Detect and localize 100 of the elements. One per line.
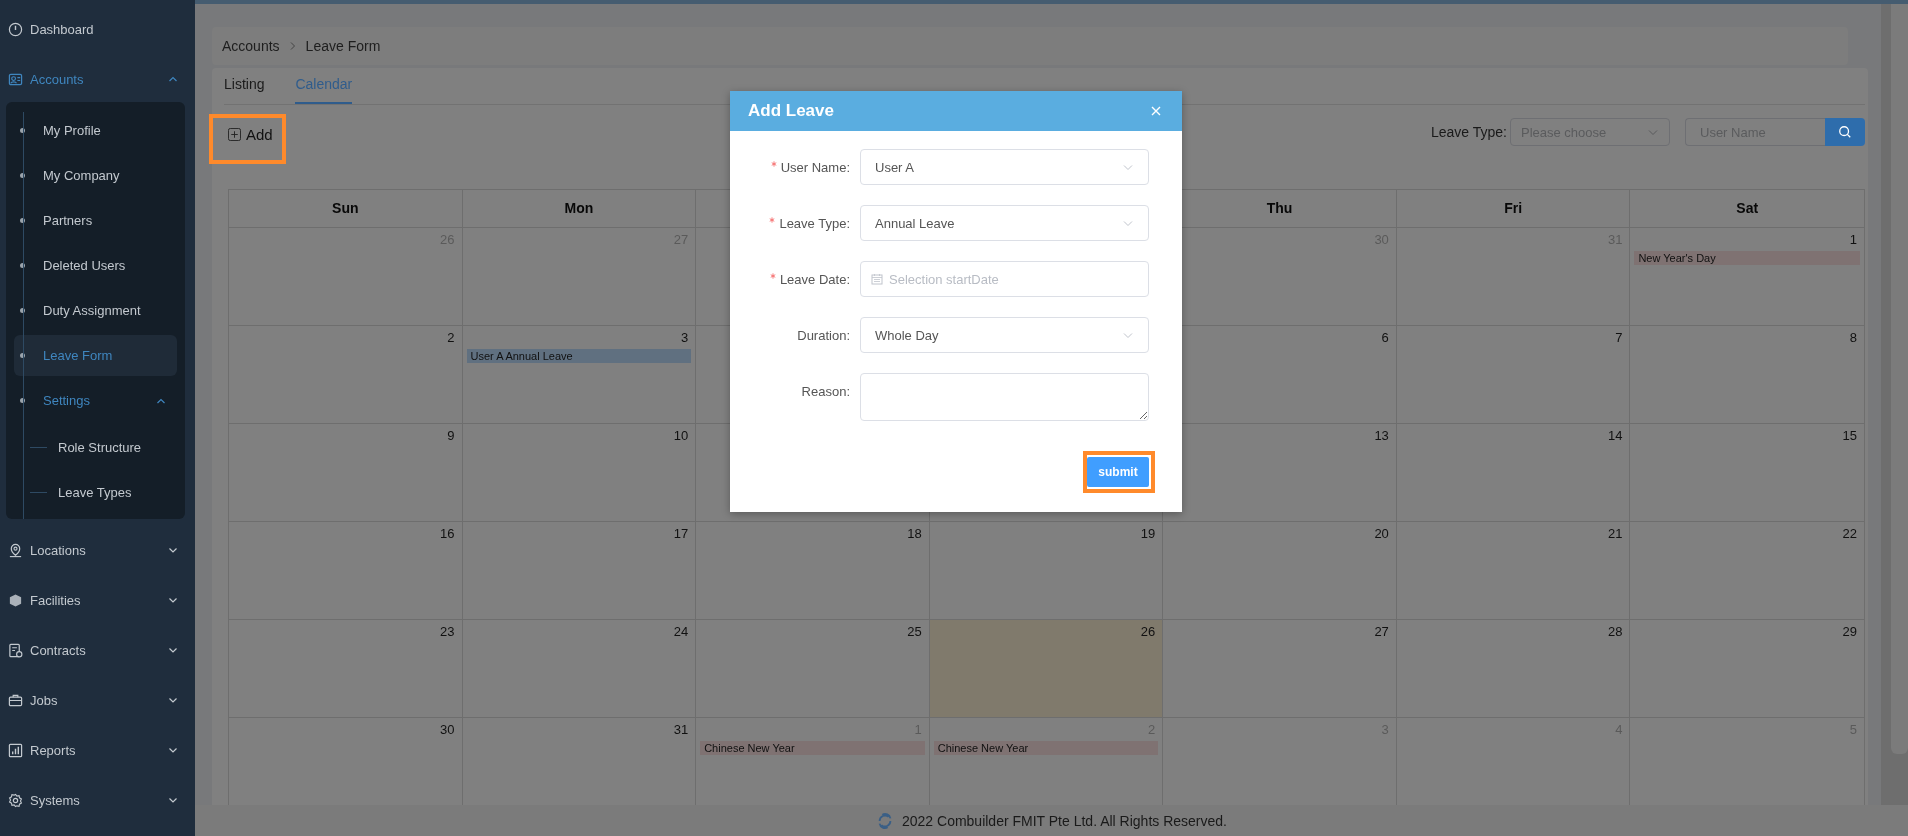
plus-icon <box>228 128 241 141</box>
day-number: 29 <box>1841 624 1858 641</box>
day-number: 10 <box>672 428 690 445</box>
day-number: 18 <box>906 526 923 543</box>
scrollbar[interactable] <box>1881 4 1908 805</box>
submenu-item[interactable]: Leave Types <box>6 470 185 515</box>
day-number: 17 <box>672 526 690 543</box>
nav-item[interactable]: Systems <box>0 779 195 821</box>
clock-icon <box>8 21 23 37</box>
copyright-text: 2022 Combuilder FMIT Pte Ltd. All Rights Reserved. <box>902 812 1227 829</box>
day-header: Mon <box>462 190 697 228</box>
dialog-title: Add Leave <box>748 101 834 121</box>
day-cell[interactable]: 1 New Year's Day <box>1630 228 1864 326</box>
submenu-item[interactable]: Role Structure <box>6 425 185 470</box>
day-number: 26 <box>1139 624 1157 641</box>
day-number: 2 <box>446 330 456 347</box>
day-cell[interactable]: 15 <box>1630 424 1864 522</box>
day-number: 6 <box>1380 330 1390 347</box>
day-cell[interactable]: 26 <box>929 620 1164 718</box>
select-field[interactable]: Whole Day <box>860 317 1149 353</box>
day-number: 3 <box>679 330 690 347</box>
day-cell[interactable]: 25 <box>696 620 930 718</box>
field-label: Leave Date: <box>779 271 850 287</box>
day-number: 24 <box>672 624 690 641</box>
day-number: 8 <box>1848 330 1858 347</box>
submenu-item[interactable]: Leave Form <box>14 335 177 376</box>
day-cell[interactable]: 28 <box>1396 620 1631 718</box>
map-pin-icon <box>8 542 23 558</box>
nav-item[interactable]: Facilities <box>0 579 195 621</box>
day-number: 9 <box>446 428 456 445</box>
day-number: 7 <box>1614 330 1624 347</box>
day-number: 25 <box>906 624 923 641</box>
nav-item[interactable]: Locations <box>0 529 195 571</box>
nav-item[interactable]: Accounts <box>0 58 195 100</box>
calendar-event[interactable]: Chinese New Year <box>700 741 925 755</box>
day-number: 23 <box>439 624 456 641</box>
field-label: Duration: <box>797 327 850 343</box>
day-cell[interactable]: 24 <box>462 620 697 718</box>
day-cell[interactable]: 21 <box>1396 522 1631 620</box>
field-label: Leave Type: <box>779 215 850 231</box>
day-number: 28 <box>1606 624 1624 641</box>
submenu-item[interactable]: My Profile <box>14 110 177 151</box>
select-field[interactable]: User A <box>860 149 1149 185</box>
submenu-item[interactable]: Settings <box>14 380 177 421</box>
tab[interactable]: Listing <box>224 68 280 104</box>
bar-chart-icon <box>8 742 23 758</box>
day-cell[interactable]: 16 <box>229 522 463 620</box>
submenu-item[interactable]: Duty Assignment <box>14 290 177 331</box>
day-number: 14 <box>1606 428 1624 445</box>
day-cell[interactable]: 22 <box>1630 522 1864 620</box>
submenu-item[interactable]: Deleted Users <box>14 245 177 286</box>
day-cell[interactable]: 27 <box>1163 620 1397 718</box>
day-number: 1 <box>1848 232 1858 249</box>
day-cell[interactable]: 8 <box>1630 326 1864 424</box>
field-label: User Name: <box>780 159 850 175</box>
calendar-event[interactable]: New Year's Day <box>1634 251 1860 265</box>
breadcrumb-link[interactable]: Leave Form <box>305 38 381 54</box>
day-number: 31 <box>672 722 690 739</box>
day-cell[interactable]: 3 User A Annual Leave <box>462 326 697 424</box>
day-cell[interactable]: 29 <box>1630 620 1864 718</box>
required-icon <box>769 217 776 223</box>
required-icon <box>770 161 777 167</box>
day-number: 15 <box>1841 428 1858 445</box>
nav-item[interactable]: Jobs <box>0 679 195 721</box>
submenu-item[interactable]: Partners <box>14 200 177 241</box>
day-cell[interactable]: 17 <box>462 522 697 620</box>
calendar-event[interactable]: User A Annual Leave <box>466 349 692 363</box>
day-cell[interactable]: 9 <box>229 424 463 522</box>
day-header: Sat <box>1630 190 1864 228</box>
day-cell[interactable]: 14 <box>1396 424 1631 522</box>
submenu-item[interactable]: My Company <box>14 155 177 196</box>
briefcase-icon <box>8 692 23 708</box>
nav-item[interactable]: Contracts <box>0 629 195 671</box>
day-number: 21 <box>1606 526 1624 543</box>
add-button[interactable]: Add <box>228 122 273 147</box>
day-cell[interactable]: 20 <box>1163 522 1397 620</box>
required-icon <box>769 273 776 279</box>
day-cell[interactable]: 2 <box>229 326 463 424</box>
day-number: 19 <box>1139 526 1157 543</box>
calendar-event[interactable]: Chinese New Year <box>933 741 1159 755</box>
day-number: 27 <box>1373 624 1390 641</box>
day-number: 22 <box>1841 526 1858 543</box>
logo-icon <box>876 811 894 830</box>
day-cell[interactable]: 10 <box>462 424 697 522</box>
select-field[interactable]: Annual Leave <box>860 205 1149 241</box>
settings-icon <box>8 792 23 808</box>
day-cell[interactable]: 23 <box>229 620 463 718</box>
nav-item[interactable]: Reports <box>0 729 195 771</box>
breadcrumb-link[interactable]: Accounts <box>222 38 280 54</box>
search-button[interactable] <box>1825 118 1865 146</box>
day-cell[interactable]: 18 <box>696 522 930 620</box>
id-card-icon <box>8 71 23 87</box>
day-header: Fri <box>1396 190 1631 228</box>
day-cell[interactable]: 7 <box>1396 326 1631 424</box>
reason-field[interactable] <box>860 373 1149 421</box>
day-number: 30 <box>439 722 456 739</box>
submit-button[interactable]: submit <box>1087 457 1149 487</box>
day-number: 16 <box>439 526 456 543</box>
close-icon[interactable] <box>1150 105 1162 117</box>
nav-item[interactable]: Dashboard <box>0 8 195 50</box>
